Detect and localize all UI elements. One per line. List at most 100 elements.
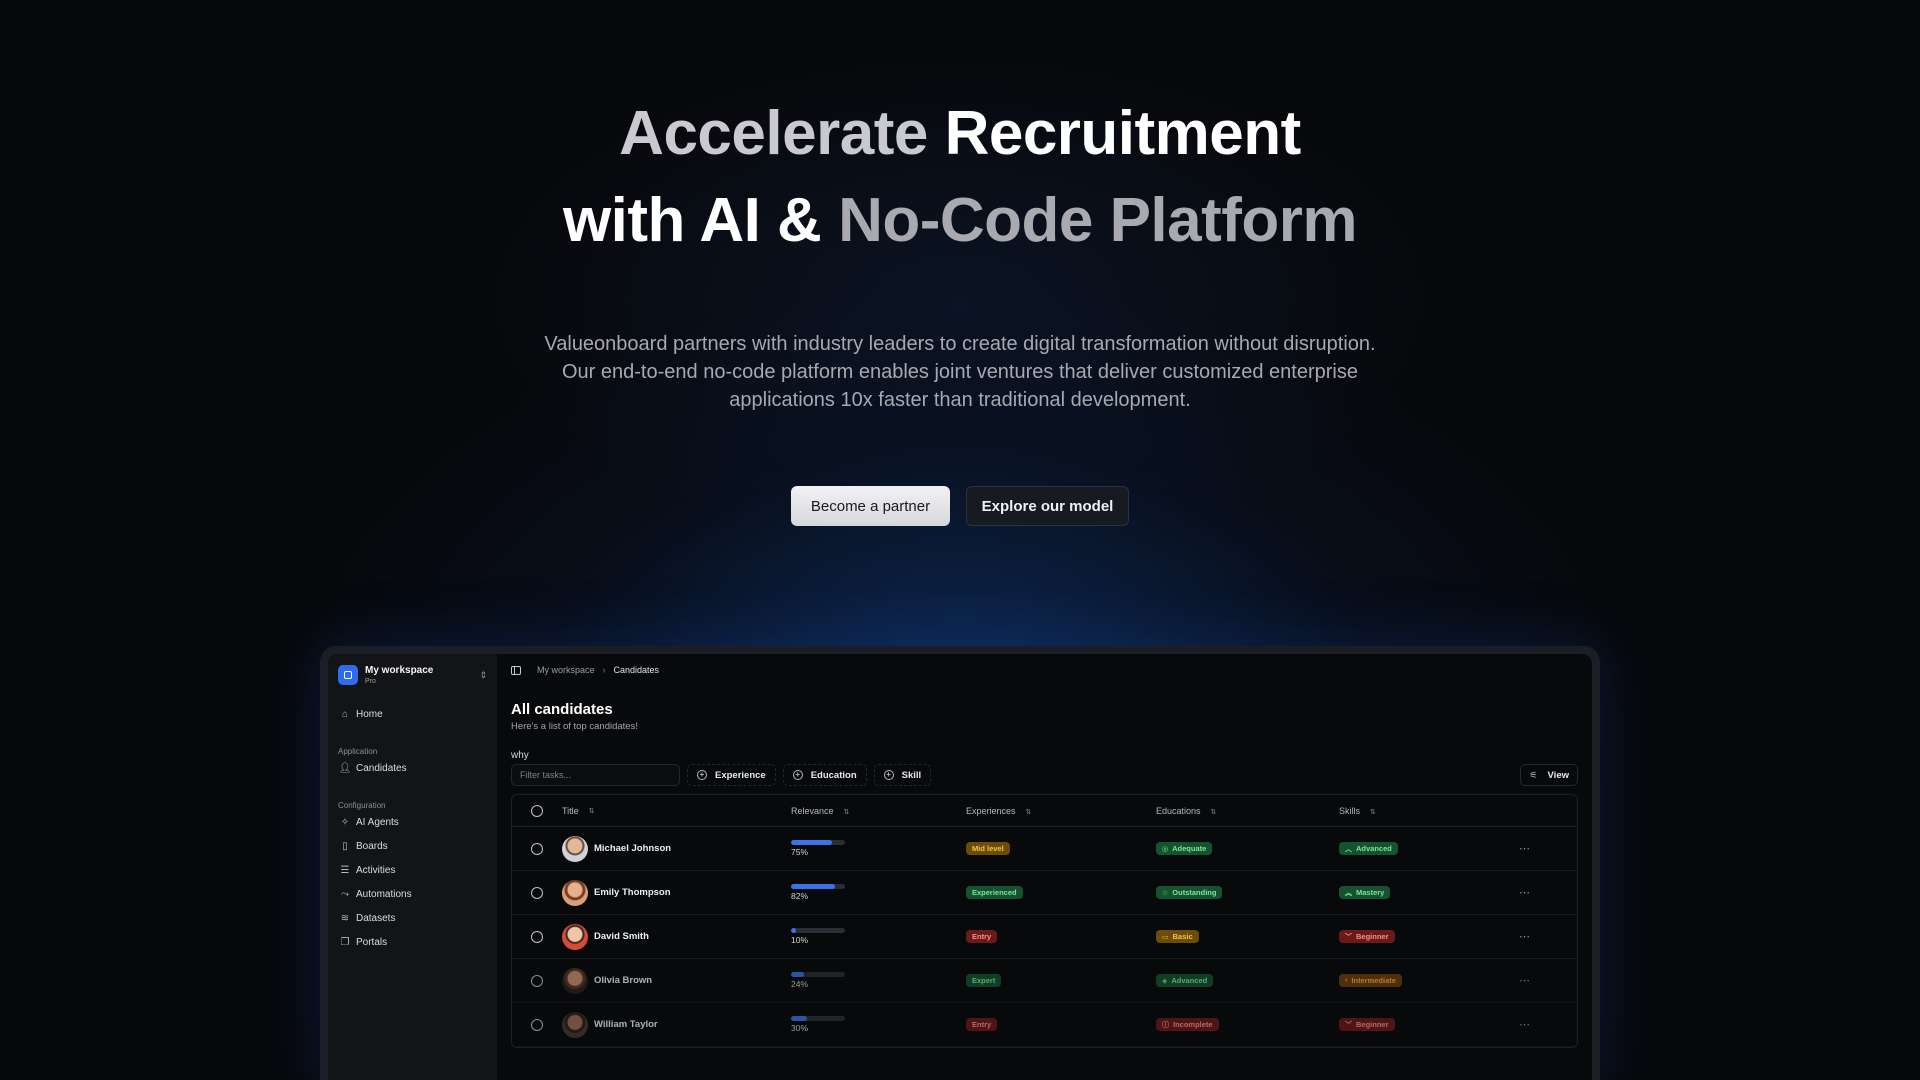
row-checkbox[interactable] xyxy=(512,1018,562,1031)
table-row[interactable]: Emily Thompson 82% Experienced ☆ Outstand… xyxy=(512,871,1577,915)
headline-no-code-platform: No-Code Platform xyxy=(838,186,1358,255)
filter-skill-button[interactable]: + Skill xyxy=(873,764,932,786)
become-partner-button[interactable]: Become a partner xyxy=(791,486,950,526)
table-row[interactable]: William Taylor 30% Entry ⓘ Incomplete ﹀ Be… xyxy=(512,1003,1577,1047)
sidebar-item-datasets[interactable]: ≋ Datasets xyxy=(334,906,491,930)
education-badge: ▭ Basic xyxy=(1156,930,1199,943)
filter-experience-button[interactable]: + Experience xyxy=(687,764,776,786)
plus-circle-icon: + xyxy=(697,770,707,780)
user-icon: 👤︎ xyxy=(338,762,352,774)
relevance-percent: 30% xyxy=(791,1023,809,1033)
table-row[interactable]: Olivia Brown 24% Expert ◈ Advanced › Inter… xyxy=(512,959,1577,1003)
relevance-percent: 24% xyxy=(791,979,809,989)
chevron-up-icon: ︿ xyxy=(1345,845,1352,853)
sidebar-item-automations[interactable]: ⤳ Automations xyxy=(334,882,491,906)
breadcrumb-current: Candidates xyxy=(613,665,660,675)
sidebar-item-boards[interactable]: ▯ Boards xyxy=(334,834,491,858)
skill-badge: › Intermediate xyxy=(1339,974,1402,987)
workspace-plan: Pro xyxy=(365,677,376,685)
candidate-name: Emily Thompson xyxy=(594,887,671,898)
sidebar-group-configuration: Configuration xyxy=(338,801,386,810)
chevron-down-icon: ﹀ xyxy=(1345,933,1352,941)
more-actions-icon[interactable]: ⋯ xyxy=(1519,842,1559,855)
chevron-down-icon: ﹀ xyxy=(1345,1021,1352,1029)
candidate-cell: Olivia Brown xyxy=(562,967,791,994)
sidebar-item-home[interactable]: ⌂ Home xyxy=(334,702,491,726)
relevance-bar-fill xyxy=(791,884,836,889)
sort-icon: ⇅ xyxy=(1025,808,1032,816)
relevance-bar-fill xyxy=(791,928,797,933)
skill-badge: ︿ Advanced xyxy=(1339,842,1398,855)
relevance-bar-fill xyxy=(791,840,832,845)
table-row[interactable]: David Smith 10% Entry ▭ Basic ﹀ Beginner ⋯ xyxy=(512,915,1577,959)
chevron-right-icon: › xyxy=(1345,977,1348,984)
education-badge: ◈ Advanced xyxy=(1156,974,1214,987)
list-icon: ☰ xyxy=(340,864,350,876)
column-title[interactable]: Title ⇅ xyxy=(562,806,791,816)
sliders-icon: ⚟ xyxy=(1529,769,1538,780)
chevrons-up-icon: ︽ xyxy=(1345,889,1352,897)
sidebar-item-label: Automations xyxy=(356,888,412,900)
sidebar-toggle-icon[interactable] xyxy=(511,665,521,675)
education-badge: ⓘ Incomplete xyxy=(1156,1018,1219,1031)
relevance-bar-fill xyxy=(791,1016,808,1021)
page-title: All candidates xyxy=(511,701,613,718)
home-icon: ⌂ xyxy=(341,708,349,720)
sidebar-item-portals[interactable]: ❐ Portals xyxy=(334,930,491,954)
sidebar-item-activities[interactable]: ☰ Activities xyxy=(334,858,491,882)
filter-input[interactable]: Filter tasks... xyxy=(511,764,680,786)
avatar xyxy=(562,879,588,906)
more-actions-icon[interactable]: ⋯ xyxy=(1519,930,1559,943)
column-relevance[interactable]: Relevance ⇅ xyxy=(791,806,966,816)
sort-icon: ⇅ xyxy=(843,808,850,816)
sort-icon: ⇅ xyxy=(588,807,595,815)
headline-recruitment: Recruitment xyxy=(944,99,1302,168)
more-actions-icon[interactable]: ⋯ xyxy=(1519,974,1559,987)
filter-education-button[interactable]: + Education xyxy=(782,764,867,786)
column-label: Experiences xyxy=(966,805,1016,816)
app-preview-frame: My workspace Pro ⇕ ⌂ Home Application 👤︎… xyxy=(320,646,1600,1080)
workspace-text: My workspace Pro xyxy=(365,665,479,686)
select-all-checkbox[interactable] xyxy=(512,804,562,817)
row-checkbox[interactable] xyxy=(512,974,562,987)
sidebar-item-ai-agents[interactable]: ✧ AI Agents xyxy=(334,810,491,834)
column-label: Relevance xyxy=(791,805,834,816)
layers-icon: ≋ xyxy=(340,912,350,924)
sidebar-item-candidates[interactable]: 👤︎ Candidates xyxy=(334,756,491,780)
check-circle-icon: ◎ xyxy=(1162,845,1169,853)
relevance-cell: 24% xyxy=(791,972,966,989)
avatar xyxy=(562,1011,588,1038)
table-row[interactable]: Michael Johnson 75% Mid level ◎ Adequate … xyxy=(512,827,1577,871)
table-toolbar: Filter tasks... + Experience + Education… xyxy=(511,764,1578,786)
filter-label: Education xyxy=(810,769,857,781)
avatar xyxy=(562,835,588,862)
more-actions-icon[interactable]: ⋯ xyxy=(1519,1018,1559,1031)
relevance-bar xyxy=(791,928,845,933)
candidate-cell: David Smith xyxy=(562,923,791,950)
candidates-table: Title ⇅ Relevance ⇅ Experiences ⇅ Education… xyxy=(511,794,1578,1048)
column-skills[interactable]: Skills ⇅ xyxy=(1339,806,1519,816)
row-checkbox[interactable] xyxy=(512,930,562,943)
view-options-button[interactable]: ⚟ View xyxy=(1520,764,1578,786)
breadcrumb-root[interactable]: My workspace xyxy=(537,665,595,675)
sidebar: My workspace Pro ⇕ ⌂ Home Application 👤︎… xyxy=(328,654,497,1080)
experience-badge: Entry xyxy=(966,1018,998,1031)
relevance-cell: 10% xyxy=(791,928,966,945)
more-actions-icon[interactable]: ⋯ xyxy=(1519,886,1559,899)
relevance-percent: 10% xyxy=(791,935,809,945)
table-header: Title ⇅ Relevance ⇅ Experiences ⇅ Education… xyxy=(512,795,1577,827)
column-educations[interactable]: Educations ⇅ xyxy=(1156,806,1339,816)
relevance-percent: 75% xyxy=(791,847,809,857)
column-experiences[interactable]: Experiences ⇅ xyxy=(966,806,1156,816)
chevron-updown-icon: ⇕ xyxy=(479,669,487,680)
hero-description: Valueonboard partners with industry lead… xyxy=(544,333,1376,411)
explore-model-button[interactable]: Explore our model xyxy=(966,486,1129,526)
column-label: Title xyxy=(562,805,579,816)
row-checkbox[interactable] xyxy=(512,886,562,899)
candidate-name: Olivia Brown xyxy=(594,975,653,986)
education-badge: ◎ Adequate xyxy=(1156,842,1213,855)
plus-circle-icon: + xyxy=(792,770,803,780)
skill-badge: ﹀ Beginner xyxy=(1339,1018,1395,1031)
workspace-switcher[interactable]: My workspace Pro ⇕ xyxy=(334,662,491,688)
row-checkbox[interactable] xyxy=(512,842,562,855)
